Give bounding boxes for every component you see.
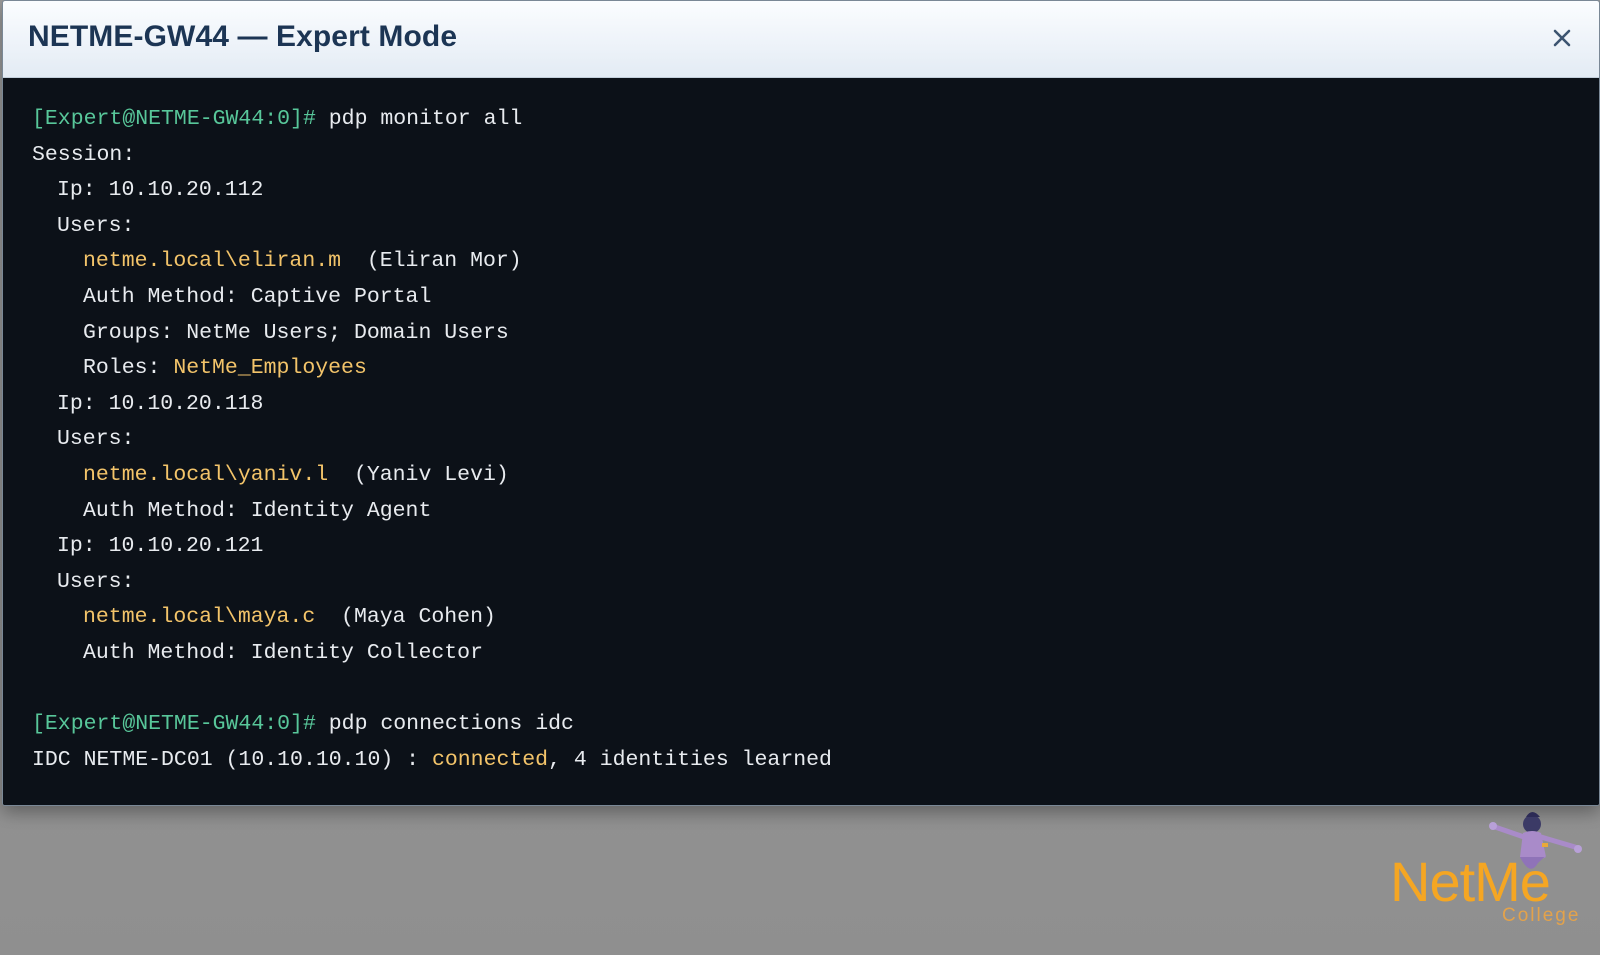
terminal-output[interactable]: [Expert@NETME-GW44:0]# pdp monitor all S…: [3, 78, 1599, 805]
session-ip: Ip: 10.10.20.112: [57, 178, 264, 203]
close-icon: [1553, 29, 1571, 47]
session-label: Session:: [32, 142, 136, 167]
idc-prefix: IDC NETME-DC01 (10.10.10.10) :: [32, 747, 432, 772]
shell-prompt: [Expert@NETME-GW44:0]#: [32, 712, 316, 737]
roles-label: Roles:: [83, 356, 174, 381]
command-text: pdp connections idc: [315, 712, 574, 737]
shell-prompt: [Expert@NETME-GW44:0]#: [32, 107, 316, 131]
session-auth-method: Auth Method: Identity Collector: [83, 640, 483, 665]
user-account: netme.local\yaniv.l: [83, 462, 329, 487]
window-titlebar: NETME-GW44 — Expert Mode: [3, 1, 1599, 78]
logo-subtitle: College: [1502, 905, 1581, 926]
session-user: netme.local\eliran.m (Eliran Mor): [32, 244, 1599, 280]
close-button[interactable]: [1545, 21, 1579, 55]
user-account: netme.local\eliran.m: [83, 249, 342, 274]
idc-status: connected: [431, 747, 549, 772]
user-display-name: (Maya Cohen): [315, 605, 496, 630]
roles-value: NetMe_Employees: [173, 356, 367, 381]
session-ip: Ip: 10.10.20.121: [57, 534, 264, 559]
user-display-name: (Yaniv Levi): [328, 462, 509, 487]
window-title: NETME-GW44 — Expert Mode: [28, 20, 458, 53]
session-groups: Groups: NetMe Users; Domain Users: [83, 320, 509, 345]
idc-suffix: , 4 identities learned: [548, 747, 832, 772]
terminal-line: [Expert@NETME-GW44:0]# pdp connections i…: [32, 707, 1599, 743]
session-user: netme.local\yaniv.l (Yaniv Levi): [32, 458, 1599, 494]
user-display-name: (Eliran Mor): [341, 249, 522, 274]
terminal-line: [Expert@NETME-GW44:0]# pdp monitor all: [32, 102, 1599, 138]
user-account: netme.local\maya.c: [83, 605, 316, 630]
netme-college-logo: NetMe College: [1360, 805, 1600, 955]
session-ip: Ip: 10.10.20.118: [57, 391, 264, 416]
session-auth-method: Auth Method: Identity Agent: [83, 498, 432, 523]
expert-mode-window: NETME-GW44 — Expert Mode [Expert@NETME-G…: [2, 0, 1600, 806]
idc-status-line: IDC NETME-DC01 (10.10.10.10) : connected…: [32, 743, 1599, 779]
session-roles: Roles: NetMe_Employees: [32, 351, 1599, 387]
session-users-label: Users:: [57, 213, 135, 238]
command-text: pdp monitor all: [315, 107, 523, 131]
session-auth-method: Auth Method: Captive Portal: [83, 284, 432, 309]
session-users-label: Users:: [57, 427, 135, 452]
session-user: netme.local\maya.c (Maya Cohen): [32, 600, 1599, 636]
session-users-label: Users:: [57, 569, 135, 594]
